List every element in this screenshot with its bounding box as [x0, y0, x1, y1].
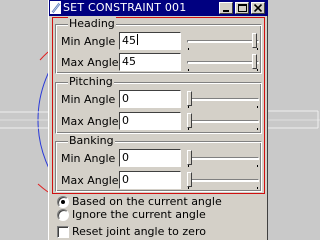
pitching-max-input[interactable]: 0: [119, 112, 181, 130]
slider-tick: [257, 106, 258, 108]
slider-tick: [257, 165, 258, 167]
slider-thumb[interactable]: [187, 113, 192, 128]
title-bar[interactable]: SET CONSTRAINT 001: [49, 0, 268, 16]
heading-min-input[interactable]: 45: [119, 32, 181, 50]
text-caret: [137, 34, 138, 45]
banking-min-slider[interactable]: [187, 149, 263, 167]
pitching-min-value: 0: [122, 92, 129, 105]
pitching-group-label: Pitching: [68, 75, 114, 88]
slider-track: [187, 179, 259, 182]
slider-track: [187, 40, 259, 43]
slider-thumb[interactable]: [252, 33, 257, 48]
slider-track: [187, 157, 259, 160]
maximize-button[interactable]: [235, 2, 249, 14]
slider-thumb[interactable]: [187, 172, 192, 187]
slider-tick: [188, 165, 189, 167]
app-icon: [50, 1, 61, 14]
heading-group: Heading Min Angle 45 Max Angle 45: [55, 17, 263, 74]
heading-max-label: Max Angle: [61, 56, 119, 69]
radio-control[interactable]: [57, 196, 69, 208]
pitching-max-slider[interactable]: [187, 112, 263, 130]
slider-track: [187, 120, 259, 123]
slider-tick: [188, 128, 189, 130]
slider-tick: [188, 106, 189, 108]
banking-min-value: 0: [122, 151, 129, 164]
banking-max-label: Max Angle: [61, 174, 119, 187]
pitching-min-input[interactable]: 0: [119, 90, 181, 108]
set-constraint-dialog: SET CONSTRAINT 001 Heading Min Angle 45: [48, 0, 268, 240]
close-button[interactable]: [251, 2, 265, 14]
banking-min-label: Min Angle: [61, 152, 116, 165]
slider-tick: [188, 187, 189, 189]
slider-tick: [257, 187, 258, 189]
slider-tick: [257, 69, 258, 71]
slider-tick: [188, 69, 189, 71]
pitching-max-label: Max Angle: [61, 115, 119, 128]
slider-thumb[interactable]: [187, 150, 192, 165]
slider-track: [187, 98, 259, 101]
pitching-min-slider[interactable]: [187, 90, 263, 108]
close-icon: [253, 4, 263, 12]
heading-max-slider[interactable]: [187, 53, 263, 71]
slider-tick: [257, 128, 258, 130]
slider-thumb[interactable]: [252, 54, 257, 69]
heading-min-label: Min Angle: [61, 35, 116, 48]
banking-group-label: Banking: [68, 134, 115, 147]
minimize-button[interactable]: [219, 2, 233, 14]
banking-max-input[interactable]: 0: [119, 171, 181, 189]
window-title: SET CONSTRAINT 001: [63, 1, 187, 14]
slider-tick: [257, 48, 258, 50]
heading-min-slider[interactable]: [187, 32, 263, 50]
reset-joint-label: Reset joint angle to zero: [72, 225, 206, 238]
heading-group-label: Heading: [68, 17, 116, 30]
slider-track: [187, 61, 259, 64]
slider-tick: [188, 48, 189, 50]
banking-max-value: 0: [122, 173, 129, 186]
checkbox-control[interactable]: [57, 226, 69, 238]
heading-max-value: 45: [122, 55, 136, 68]
radio-dot: [61, 200, 65, 204]
banking-group: Banking Min Angle 0 Max Angle 0: [55, 134, 263, 192]
ignore-current-label: Ignore the current angle: [72, 208, 206, 221]
heading-min-value: 45: [122, 34, 136, 47]
banking-max-slider[interactable]: [187, 171, 263, 189]
based-on-current-label: Based on the current angle: [72, 195, 222, 208]
pitching-min-label: Min Angle: [61, 93, 116, 106]
maximize-icon: [238, 4, 247, 12]
pitching-max-value: 0: [122, 114, 129, 127]
slider-thumb[interactable]: [187, 91, 192, 106]
radio-control[interactable]: [57, 209, 69, 221]
heading-max-input[interactable]: 45: [119, 53, 181, 71]
pitching-group: Pitching Min Angle 0 Max Angle 0: [55, 75, 263, 134]
minimize-icon: [223, 10, 229, 12]
banking-min-input[interactable]: 0: [119, 149, 181, 167]
